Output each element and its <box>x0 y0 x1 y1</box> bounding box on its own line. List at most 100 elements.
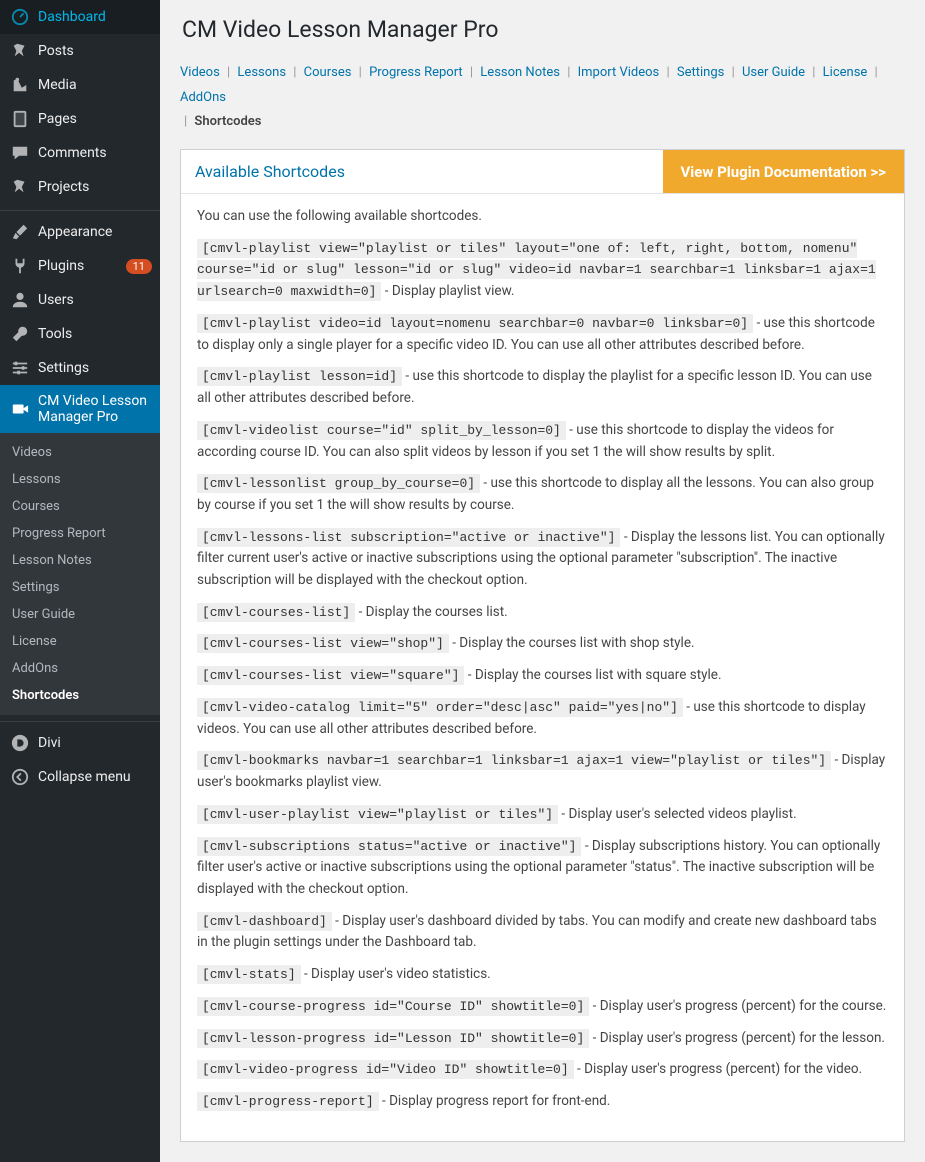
shortcode-code: [cmvl-courses-list view="shop"] <box>197 634 449 653</box>
sidebar-item-media[interactable]: Media <box>0 68 160 102</box>
tab-import-videos[interactable]: Import Videos <box>578 65 660 80</box>
admin-sidebar: Dashboard Posts Media Pages Comments Projects… <box>0 0 160 1162</box>
shortcode-description: - Display the courses list. <box>355 604 507 620</box>
shortcode-row: [cmvl-playlist video=id layout=nomenu se… <box>197 313 888 356</box>
sidebar-item-collapse-menu[interactable]: Collapse menu <box>0 760 160 794</box>
shortcode-row: [cmvl-lessonlist group_by_course=0] - us… <box>197 473 888 516</box>
sidebar-item-users[interactable]: Users <box>0 283 160 317</box>
sidebar-item-label: Divi <box>38 735 152 751</box>
shortcode-code: [cmvl-courses-list view="square"] <box>197 666 464 685</box>
video-icon <box>10 400 30 418</box>
sidebar-item-label: Plugins <box>38 258 120 274</box>
tab-license[interactable]: License <box>823 65 868 80</box>
shortcode-code: [cmvl-subscriptions status="active or in… <box>197 837 581 856</box>
shortcode-row: [cmvl-progress-report] - Display progres… <box>197 1091 888 1113</box>
shortcode-description: - Display user's progress (percent) for … <box>589 1030 885 1046</box>
submenu-item-courses[interactable]: Courses <box>0 493 160 520</box>
intro-text: You can use the following available shor… <box>197 206 888 228</box>
submenu-item-lessons[interactable]: Lessons <box>0 466 160 493</box>
panel-body: You can use the following available shor… <box>181 194 904 1141</box>
submenu-item-settings[interactable]: Settings <box>0 574 160 601</box>
shortcode-row: [cmvl-lesson-progress id="Lesson ID" sho… <box>197 1028 888 1050</box>
sidebar-item-divi[interactable]: Divi <box>0 721 160 760</box>
sidebar-item-label: Media <box>38 77 152 93</box>
shortcode-row: [cmvl-videolist course="id" split_by_les… <box>197 420 888 463</box>
shortcode-description: - Display the courses list with shop sty… <box>449 635 695 651</box>
shortcode-row: [cmvl-video-catalog limit="5" order="des… <box>197 697 888 740</box>
shortcode-code: [cmvl-lessonlist group_by_course=0] <box>197 474 480 493</box>
shortcode-row: [cmvl-lessons-list subscription="active … <box>197 527 888 592</box>
sidebar-item-label: Dashboard <box>38 9 152 25</box>
tab-courses[interactable]: Courses <box>304 65 352 80</box>
tab-shortcodes: Shortcodes <box>194 114 261 129</box>
shortcode-code: [cmvl-bookmarks navbar=1 searchbar=1 lin… <box>197 751 831 770</box>
shortcode-description: - Display playlist view. <box>381 283 514 299</box>
shortcode-row: [cmvl-playlist view="playlist or tiles" … <box>197 238 888 303</box>
shortcode-code: [cmvl-playlist view="playlist or tiles" … <box>197 239 876 302</box>
sidebar-item-projects[interactable]: Projects <box>0 170 160 204</box>
shortcode-row: [cmvl-courses-list view="square"] - Disp… <box>197 665 888 687</box>
comment-icon <box>10 144 30 162</box>
shortcode-code: [cmvl-course-progress id="Course ID" sho… <box>197 997 589 1016</box>
shortcode-code: [cmvl-lessons-list subscription="active … <box>197 528 620 547</box>
tab-lessons[interactable]: Lessons <box>237 65 286 80</box>
shortcode-code: [cmvl-stats] <box>197 965 301 984</box>
brush-icon <box>10 223 30 241</box>
sidebar-item-label: Tools <box>38 326 152 342</box>
sidebar-item-appearance[interactable]: Appearance <box>0 210 160 249</box>
shortcode-row: [cmvl-courses-list view="shop"] - Displa… <box>197 633 888 655</box>
submenu-item-user-guide[interactable]: User Guide <box>0 601 160 628</box>
shortcode-description: - Display progress report for front-end. <box>379 1093 611 1109</box>
sidebar-item-pages[interactable]: Pages <box>0 102 160 136</box>
shortcode-row: [cmvl-user-playlist view="playlist or ti… <box>197 804 888 826</box>
submenu-item-license[interactable]: License <box>0 628 160 655</box>
sidebar-item-label: CM Video Lesson Manager Pro <box>38 393 152 425</box>
submenu-item-addons[interactable]: AddOns <box>0 655 160 682</box>
tab-progress-report[interactable]: Progress Report <box>369 65 463 80</box>
tab-videos[interactable]: Videos <box>180 65 220 80</box>
view-documentation-button[interactable]: View Plugin Documentation >> <box>663 150 905 193</box>
tab-settings[interactable]: Settings <box>677 65 724 80</box>
tab-lesson-notes[interactable]: Lesson Notes <box>480 65 560 80</box>
shortcode-row: [cmvl-video-progress id="Video ID" showt… <box>197 1059 888 1081</box>
shortcode-code: [cmvl-progress-report] <box>197 1092 379 1111</box>
shortcodes-panel: Available Shortcodes View Plugin Documen… <box>180 149 905 1142</box>
submenu-item-videos[interactable]: Videos <box>0 439 160 466</box>
sidebar-item-label: Collapse menu <box>38 769 152 785</box>
shortcode-description: - Display the courses list with square s… <box>464 667 721 683</box>
tab-user-guide[interactable]: User Guide <box>742 65 805 80</box>
shortcode-row: [cmvl-courses-list] - Display the course… <box>197 602 888 624</box>
sidebar-item-cm-video-lesson-manager-pro[interactable]: CM Video Lesson Manager Pro <box>0 385 160 433</box>
submenu-item-lesson-notes[interactable]: Lesson Notes <box>0 547 160 574</box>
shortcode-description: - Display user's video statistics. <box>301 966 491 982</box>
update-badge: 11 <box>126 259 152 274</box>
shortcode-code: [cmvl-user-playlist view="playlist or ti… <box>197 805 558 824</box>
shortcode-code: [cmvl-lesson-progress id="Lesson ID" sho… <box>197 1029 589 1048</box>
panel-title: Available Shortcodes <box>181 150 663 193</box>
sidebar-item-label: Users <box>38 292 152 308</box>
shortcode-code: [cmvl-videolist course="id" split_by_les… <box>197 421 566 440</box>
submenu-item-progress-report[interactable]: Progress Report <box>0 520 160 547</box>
sidebar-item-posts[interactable]: Posts <box>0 34 160 68</box>
sidebar-item-label: Projects <box>38 179 152 195</box>
shortcode-description: - Display user's progress (percent) for … <box>589 998 886 1014</box>
sidebar-item-dashboard[interactable]: Dashboard <box>0 0 160 34</box>
divi-icon <box>10 734 30 752</box>
sidebar-item-label: Appearance <box>38 224 152 240</box>
sidebar-item-label: Comments <box>38 145 152 161</box>
sliders-icon <box>10 359 30 377</box>
shortcode-row: [cmvl-dashboard] - Display user's dashbo… <box>197 911 888 954</box>
page-icon <box>10 110 30 128</box>
sidebar-submenu: VideosLessonsCoursesProgress ReportLesso… <box>0 433 160 715</box>
page-title: CM Video Lesson Manager Pro <box>182 16 905 43</box>
sidebar-item-label: Posts <box>38 43 152 59</box>
sidebar-item-comments[interactable]: Comments <box>0 136 160 170</box>
wrench-icon <box>10 325 30 343</box>
tab-addons[interactable]: AddOns <box>180 90 226 105</box>
sidebar-item-plugins[interactable]: Plugins 11 <box>0 249 160 283</box>
submenu-item-shortcodes[interactable]: Shortcodes <box>0 682 160 709</box>
shortcode-code: [cmvl-courses-list] <box>197 603 355 622</box>
shortcode-row: [cmvl-course-progress id="Course ID" sho… <box>197 996 888 1018</box>
sidebar-item-settings[interactable]: Settings <box>0 351 160 385</box>
sidebar-item-tools[interactable]: Tools <box>0 317 160 351</box>
